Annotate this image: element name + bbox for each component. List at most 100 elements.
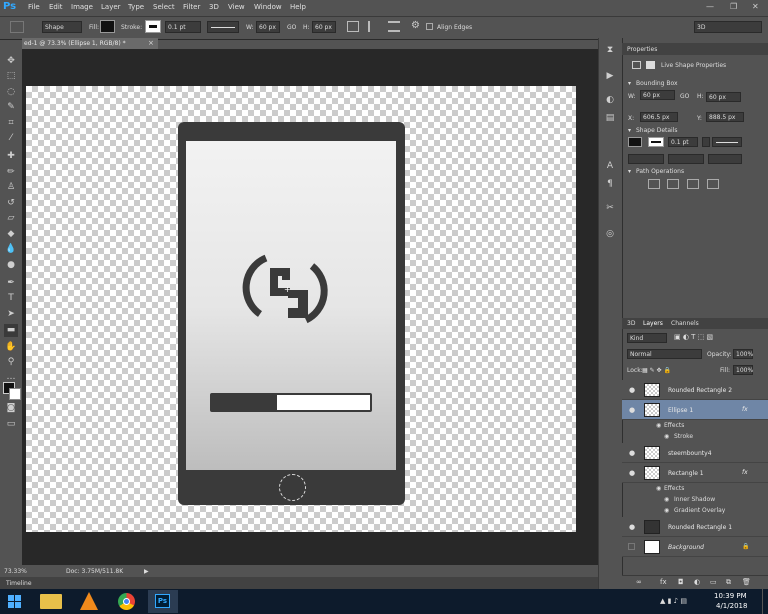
quick-select-tool-icon[interactable]: ✎: [4, 101, 18, 114]
prop-stroke-corners-select[interactable]: [708, 154, 742, 164]
layer-filter-icons[interactable]: ▣ ◐ T ⬚ ▧: [674, 333, 713, 341]
menu-filter[interactable]: Filter: [183, 3, 200, 11]
layer-row-selected[interactable]: ● Ellipse 1 fx: [622, 400, 768, 420]
photoshop-taskbar-button[interactable]: Ps: [148, 590, 178, 613]
prop-stroke-width-stepper[interactable]: [702, 137, 710, 147]
path-operations-icon[interactable]: [347, 21, 359, 32]
eye-icon[interactable]: ●: [628, 523, 636, 531]
eye-icon[interactable]: ◉: [664, 496, 669, 503]
layer-name[interactable]: Background: [668, 544, 704, 551]
prop-height-field[interactable]: 60 px: [706, 92, 741, 102]
effect-gradient-label[interactable]: Gradient Overlay: [674, 507, 725, 514]
eye-icon[interactable]: ◉: [664, 507, 669, 514]
gear-icon[interactable]: ⚙: [411, 20, 420, 31]
eye-icon[interactable]: ●: [628, 386, 636, 394]
eye-icon[interactable]: ●: [628, 449, 636, 457]
intersect-shapes-icon[interactable]: [687, 179, 699, 189]
marquee-tool-icon[interactable]: ⬚: [4, 70, 18, 83]
fx-badge[interactable]: fx: [742, 406, 748, 413]
layer-row[interactable]: ● Rounded Rectangle 1: [622, 517, 768, 537]
prop-stroke-type-select[interactable]: [712, 137, 742, 147]
combine-shapes-icon[interactable]: [648, 179, 660, 189]
layer-name[interactable]: Rounded Rectangle 2: [668, 387, 732, 394]
visibility-toggle[interactable]: [628, 543, 635, 550]
windows-start-icon[interactable]: [8, 595, 21, 608]
tab-properties[interactable]: Properties: [627, 46, 657, 53]
document-tab[interactable]: ed-1 @ 73.3% (Ellipse 1, RGB/8) *: [22, 38, 158, 49]
prop-fill-swatch[interactable]: [628, 137, 642, 147]
fill-field[interactable]: 100%: [733, 365, 753, 375]
tab-3d[interactable]: 3D: [627, 320, 635, 327]
vlc-icon[interactable]: [80, 592, 98, 610]
effect-stroke-label[interactable]: Stroke: [674, 433, 693, 440]
timeline-panel-tab[interactable]: Timeline: [0, 577, 598, 589]
hand-tool-icon[interactable]: ✋: [4, 341, 18, 354]
3d-icon[interactable]: ◎: [604, 228, 616, 240]
prop-y-field[interactable]: 888.5 px: [706, 112, 744, 122]
clone-stamp-tool-icon[interactable]: ♙: [4, 181, 18, 194]
menu-window[interactable]: Window: [254, 3, 282, 11]
brush-tool-icon[interactable]: ✏: [4, 166, 18, 179]
type-tool-icon[interactable]: T: [4, 292, 18, 305]
lock-icons[interactable]: ▦ ✎ ✥ 🔒: [642, 367, 671, 374]
layer-row[interactable]: ● Rectangle 1 fx: [622, 463, 768, 483]
menu-view[interactable]: View: [228, 3, 245, 11]
layer-row[interactable]: ● Rounded Rectangle 2: [622, 380, 768, 400]
crop-tool-icon[interactable]: ⌗: [4, 117, 18, 130]
layer-name[interactable]: Ellipse 1: [668, 407, 693, 414]
height-field[interactable]: 60 px: [312, 21, 336, 33]
paint-bucket-tool-icon[interactable]: ◆: [4, 228, 18, 241]
healing-brush-tool-icon[interactable]: ✚: [4, 150, 18, 163]
add-mask-icon[interactable]: ◘: [678, 578, 684, 586]
stroke-type-select[interactable]: [207, 21, 239, 33]
paragraph-icon[interactable]: ¶: [604, 178, 616, 190]
layer-name[interactable]: Rounded Rectangle 1: [668, 524, 732, 531]
stroke-swatch[interactable]: [145, 20, 161, 33]
chevron-down-icon[interactable]: ▾: [628, 80, 631, 87]
new-group-icon[interactable]: ▭: [710, 578, 717, 586]
tab-layers[interactable]: Layers: [643, 320, 663, 327]
history-icon[interactable]: ⧗: [604, 44, 616, 56]
history-brush-tool-icon[interactable]: ↺: [4, 197, 18, 210]
close-icon[interactable]: ✕: [752, 2, 759, 11]
menu-select[interactable]: Select: [153, 3, 175, 11]
eye-icon[interactable]: ◉: [656, 422, 661, 429]
layer-row[interactable]: Background 🔒: [622, 537, 768, 557]
add-style-icon[interactable]: fx: [660, 578, 667, 586]
quick-mask-icon[interactable]: ◙: [4, 402, 18, 415]
blur-tool-icon[interactable]: 💧: [4, 243, 18, 256]
tool-presets-icon[interactable]: ✂: [604, 202, 616, 214]
minimize-icon[interactable]: —: [706, 2, 714, 11]
file-explorer-icon[interactable]: [40, 594, 62, 609]
exclude-overlapping-icon[interactable]: [707, 179, 719, 189]
menu-help[interactable]: Help: [290, 3, 306, 11]
prop-link-icon[interactable]: GO: [680, 93, 689, 100]
new-layer-icon[interactable]: ⧉: [726, 578, 731, 587]
eye-icon[interactable]: ●: [628, 406, 636, 414]
document-close-icon[interactable]: ×: [148, 39, 154, 47]
show-desktop-button[interactable]: [762, 589, 768, 614]
link-icon[interactable]: GO: [287, 24, 296, 31]
prop-stroke-align-select[interactable]: [628, 154, 664, 164]
tray-icons[interactable]: ▲ ▮ ♪ ▤: [660, 597, 687, 605]
fx-badge[interactable]: fx: [742, 469, 748, 476]
shape-tool-icon[interactable]: ▬: [4, 324, 18, 337]
subtract-front-shape-icon[interactable]: [667, 179, 679, 189]
prop-stroke-swatch[interactable]: [648, 137, 664, 147]
restore-icon[interactable]: ❐: [730, 2, 737, 11]
move-tool-icon[interactable]: ✥: [4, 55, 18, 68]
zoom-tool-icon[interactable]: ⚲: [4, 356, 18, 369]
eye-icon[interactable]: ●: [628, 469, 636, 477]
tool-preset-picker[interactable]: [10, 21, 24, 33]
link-layers-icon[interactable]: ∞: [636, 578, 642, 586]
layer-row[interactable]: ● steembounty4: [622, 443, 768, 463]
menu-3d[interactable]: 3D: [209, 3, 219, 11]
path-alignment-icon[interactable]: [368, 21, 380, 32]
tab-channels[interactable]: Channels: [671, 320, 699, 327]
actions-icon[interactable]: ▶: [604, 70, 616, 82]
layer-name[interactable]: Rectangle 1: [668, 470, 704, 477]
prop-stroke-width-field[interactable]: 0.1 pt: [668, 137, 698, 147]
path-arrangement-icon[interactable]: [388, 21, 400, 32]
chrome-icon[interactable]: [118, 593, 135, 610]
lasso-tool-icon[interactable]: ◌: [4, 86, 18, 99]
